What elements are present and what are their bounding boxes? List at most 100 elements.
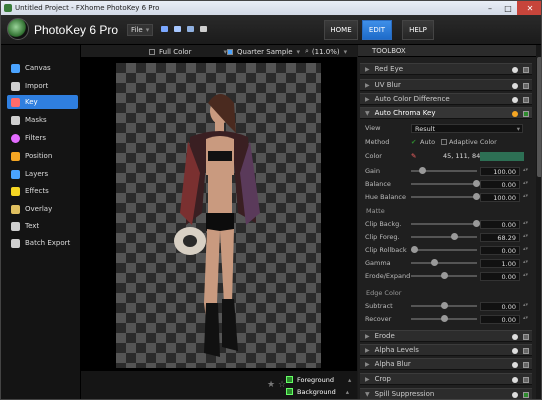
section-uv-blur[interactable]: ▶ UV Blur: [360, 79, 532, 91]
color-mode-dropdown[interactable]: Full Color ▾: [149, 46, 227, 57]
slider-knob[interactable]: [441, 315, 448, 322]
subtract-value[interactable]: 0.00: [480, 301, 520, 311]
hue-balance-value[interactable]: 100.00: [480, 192, 520, 202]
clip-fore-value[interactable]: 68.29: [480, 232, 520, 242]
slider-knob[interactable]: [441, 272, 448, 279]
close-button[interactable]: ✕: [517, 1, 541, 15]
nav-home-button[interactable]: HOME: [324, 20, 358, 40]
sample-dropdown[interactable]: Quarter Sample ▾: [227, 46, 300, 57]
section-auto-chroma-key[interactable]: ▼ Auto Chroma Key: [360, 107, 532, 119]
chevron-up-icon[interactable]: ▴: [346, 388, 349, 396]
section-alpha-levels[interactable]: ▶ Alpha Levels: [360, 344, 532, 356]
scrollbar-thumb[interactable]: [537, 57, 541, 177]
clip-fore-slider[interactable]: [411, 233, 477, 240]
subtract-slider[interactable]: [411, 302, 477, 309]
toolbox-scrollbar[interactable]: [536, 45, 541, 399]
enable-checkbox[interactable]: [523, 111, 529, 117]
balance-value[interactable]: 0.00: [480, 179, 520, 189]
canvas-area[interactable]: [81, 58, 357, 371]
reset-icon[interactable]: [512, 111, 518, 117]
recover-value[interactable]: 0.00: [480, 314, 520, 324]
clip-rollback-value[interactable]: 0.00: [480, 245, 520, 255]
new-project-icon[interactable]: [161, 26, 168, 32]
background-visible-checkbox[interactable]: [286, 388, 293, 395]
gain-value[interactable]: 100.00: [480, 166, 520, 176]
spinner-icon[interactable]: ▴▾: [523, 167, 529, 176]
gain-slider[interactable]: [411, 167, 477, 174]
view-dropdown[interactable]: Result ▾: [411, 123, 523, 133]
layer-background[interactable]: Background ▴: [286, 386, 349, 397]
reset-icon[interactable]: [512, 97, 518, 103]
gamma-slider[interactable]: [411, 259, 477, 266]
section-auto-color-difference[interactable]: ▶ Auto Color Difference: [360, 93, 532, 105]
spinner-icon[interactable]: ▴▾: [523, 315, 529, 324]
section-crop[interactable]: ▶ Crop: [360, 373, 532, 385]
spinner-icon[interactable]: ▴▾: [523, 272, 529, 281]
slider-knob[interactable]: [473, 220, 480, 227]
enable-checkbox[interactable]: [523, 392, 529, 398]
sidebar-item-import[interactable]: Import: [7, 79, 78, 93]
slider-knob[interactable]: [451, 233, 458, 240]
spinner-icon[interactable]: ▴▾: [523, 302, 529, 311]
slider-knob[interactable]: [473, 180, 480, 187]
eyedropper-icon[interactable]: ✎: [411, 152, 416, 160]
maximize-button[interactable]: □: [499, 1, 517, 15]
auto-checkbox[interactable]: ✔: [411, 138, 416, 146]
star-icon[interactable]: ★: [267, 380, 275, 390]
enable-checkbox[interactable]: [523, 334, 529, 340]
spinner-icon[interactable]: ▴▾: [523, 193, 529, 202]
sidebar-item-key[interactable]: Key: [7, 95, 78, 109]
sidebar-item-effects[interactable]: Effects: [7, 184, 78, 198]
spinner-icon[interactable]: ▴▾: [523, 259, 529, 268]
clip-rollback-slider[interactable]: [411, 246, 477, 253]
print-icon[interactable]: [200, 26, 207, 32]
erode-expand-slider[interactable]: [411, 272, 477, 279]
clip-back-slider[interactable]: [411, 220, 480, 227]
spinner-icon[interactable]: ▴▾: [523, 233, 529, 242]
enable-checkbox[interactable]: [523, 362, 529, 368]
sidebar-item-layers[interactable]: Layers: [7, 167, 78, 181]
spinner-icon[interactable]: ▴▾: [523, 180, 529, 189]
slider-knob[interactable]: [411, 246, 418, 253]
sidebar-item-overlay[interactable]: Overlay: [7, 202, 78, 216]
slider-knob[interactable]: [441, 302, 448, 309]
chevron-up-icon[interactable]: ▴: [348, 376, 351, 384]
reset-icon[interactable]: [512, 67, 518, 73]
gamma-value[interactable]: 1.00: [480, 258, 520, 268]
adaptive-color-checkbox[interactable]: [441, 139, 447, 145]
zoom-dropdown[interactable]: ⌕ (11.0%) ▾: [305, 46, 347, 57]
open-project-icon[interactable]: [174, 26, 181, 32]
erode-expand-value[interactable]: 0.00: [480, 271, 520, 281]
slider-knob[interactable]: [431, 259, 438, 266]
save-project-icon[interactable]: [187, 26, 194, 32]
section-spill-suppression[interactable]: ▼ Spill Suppression: [360, 388, 532, 399]
reset-icon[interactable]: [512, 377, 518, 383]
star-outline-icon[interactable]: ☆: [278, 380, 286, 390]
nav-help-button[interactable]: HELP: [402, 20, 434, 40]
color-swatch[interactable]: [480, 151, 524, 161]
balance-slider[interactable]: [411, 180, 480, 187]
enable-checkbox[interactable]: [523, 377, 529, 383]
sidebar-item-batch-export[interactable]: Batch Export: [7, 236, 78, 250]
slider-knob[interactable]: [473, 193, 480, 200]
reset-icon[interactable]: [512, 348, 518, 354]
spinner-icon[interactable]: ▴▾: [523, 220, 529, 229]
enable-checkbox[interactable]: [523, 97, 529, 103]
reset-icon[interactable]: [512, 334, 518, 340]
slider-knob[interactable]: [419, 167, 426, 174]
file-menu[interactable]: File ▾: [127, 24, 153, 36]
section-erode[interactable]: ▶ Erode: [360, 330, 532, 342]
recover-slider[interactable]: [411, 315, 477, 322]
sidebar-item-filters[interactable]: Filters: [7, 131, 78, 145]
spinner-icon[interactable]: ▴▾: [523, 246, 529, 255]
nav-edit-button[interactable]: EDIT: [362, 20, 392, 40]
minimize-button[interactable]: –: [481, 1, 499, 15]
layer-foreground[interactable]: Foreground ▴: [286, 374, 351, 385]
reset-icon[interactable]: [512, 83, 518, 89]
reset-icon[interactable]: [512, 392, 518, 398]
sidebar-item-canvas[interactable]: Canvas: [7, 61, 78, 75]
hue-balance-slider[interactable]: [411, 193, 480, 200]
enable-checkbox[interactable]: [523, 348, 529, 354]
section-alpha-blur[interactable]: ▶ Alpha Blur: [360, 358, 532, 370]
sidebar-item-masks[interactable]: Masks: [7, 113, 78, 127]
